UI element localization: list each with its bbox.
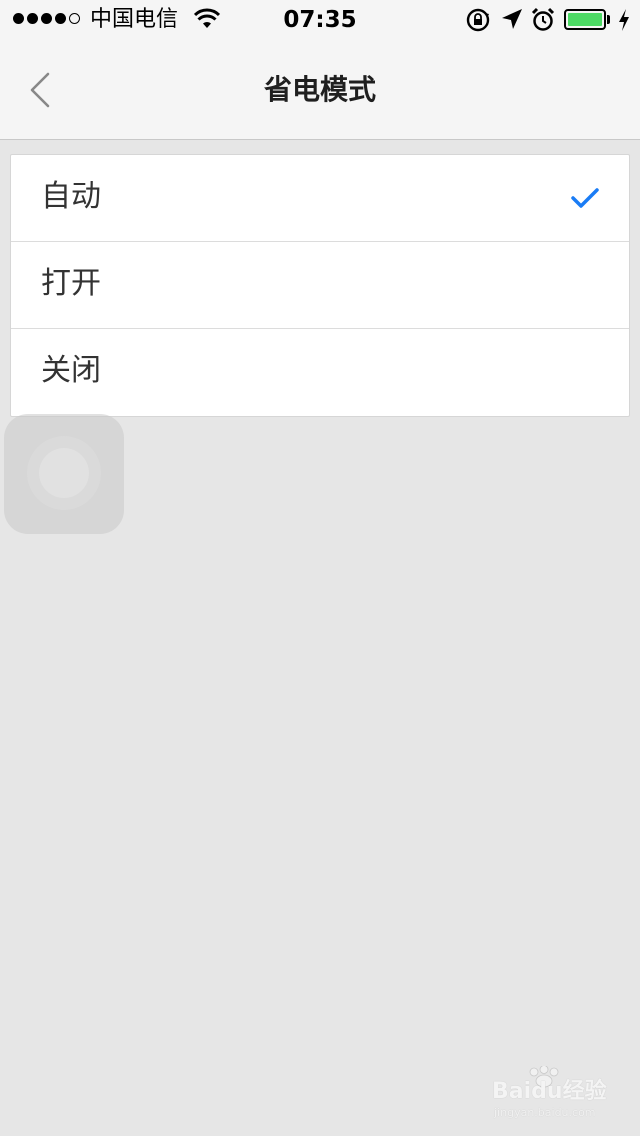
option-on[interactable]: 打开 [11,242,629,329]
alarm-clock-icon [531,7,555,31]
option-label: 关闭 [41,353,101,388]
option-label: 打开 [41,266,101,301]
assistive-touch-button[interactable] [4,414,124,534]
power-saving-options: 自动 打开 关闭 [10,154,630,417]
page-title: 省电模式 [263,73,376,106]
option-off[interactable]: 关闭 [11,329,629,416]
checkmark-icon [571,188,599,208]
option-label: 自动 [41,179,101,214]
status-bar: 中国电信 07:35 [0,0,640,40]
assistive-touch-center [39,448,89,498]
assistive-touch-ring [27,436,101,510]
watermark-url: jingyan.baidu.com [494,1106,596,1119]
battery-level-fill [568,13,602,26]
location-arrow-icon [502,9,522,29]
charging-bolt-icon [619,9,629,31]
watermark-text: Baidu经验 [492,1079,607,1104]
baidu-jingyan-watermark: Baidu经验 jingyan.baidu.com [488,1066,628,1126]
rotation-lock-icon [466,8,490,32]
navigation-bar: 省电模式 [0,40,640,140]
battery-cap [607,15,610,24]
battery-icon [564,9,606,30]
option-auto[interactable]: 自动 [11,155,629,242]
